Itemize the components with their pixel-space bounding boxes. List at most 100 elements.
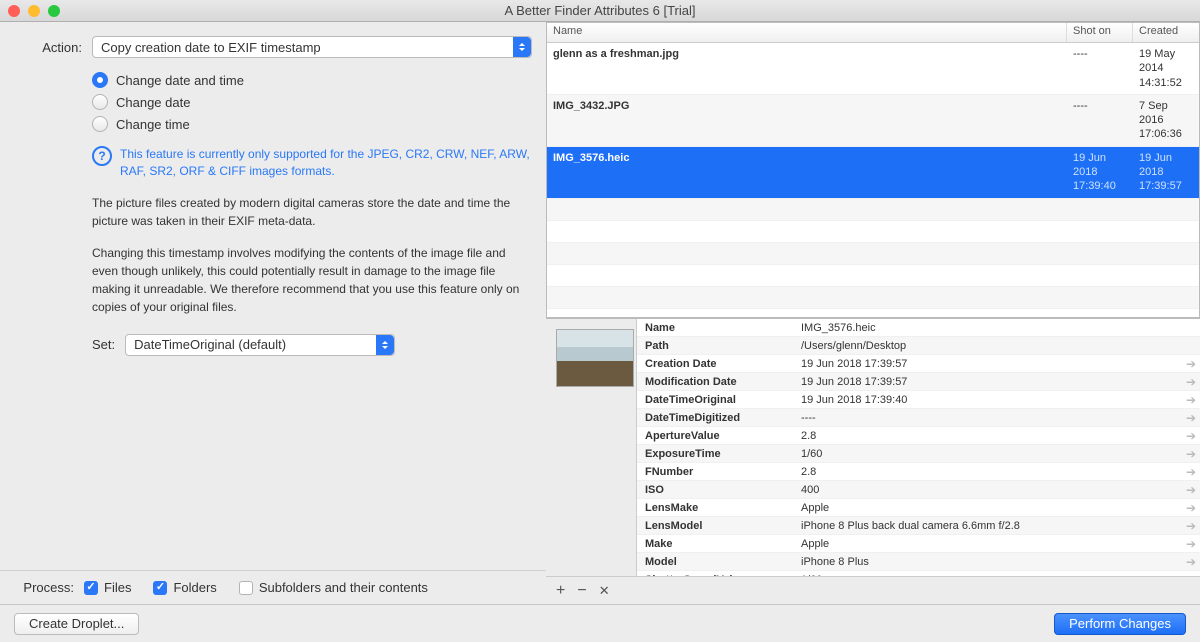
metadata-value: 2.8	[797, 428, 1182, 444]
metadata-row: DateTimeOriginal19 Jun 2018 17:39:40➔	[637, 391, 1200, 409]
checkbox-files[interactable]: Files	[84, 580, 131, 595]
column-shot-header[interactable]: Shot on	[1067, 23, 1133, 42]
apply-arrow-icon[interactable]: ➔	[1182, 429, 1200, 443]
radio-label: Change time	[116, 117, 190, 132]
metadata-row: Modification Date19 Jun 2018 17:39:57➔	[637, 373, 1200, 391]
radio-change-date[interactable]: Change date	[92, 94, 532, 110]
table-row[interactable]: IMG_3576.heic19 Jun 2018 17:39:4019 Jun …	[547, 147, 1199, 199]
remove-button[interactable]: −	[577, 582, 586, 600]
metadata-value: 19 Jun 2018 17:39:57	[797, 374, 1182, 390]
clear-button[interactable]: ✕	[599, 583, 610, 599]
action-select-value: Copy creation date to EXIF timestamp	[101, 40, 513, 55]
metadata-value: 1/60	[797, 446, 1182, 462]
metadata-key: ISO	[637, 482, 797, 498]
metadata-row: Path/Users/glenn/Desktop	[637, 337, 1200, 355]
apply-arrow-icon[interactable]: ➔	[1182, 447, 1200, 461]
checkbox-icon	[239, 581, 253, 595]
checkbox-icon	[84, 581, 98, 595]
radio-change-date-time[interactable]: Change date and time	[92, 72, 532, 88]
checkbox-label: Files	[104, 580, 131, 595]
checkbox-folders[interactable]: Folders	[153, 580, 216, 595]
apply-arrow-icon[interactable]: ➔	[1182, 483, 1200, 497]
metadata-value: Apple	[797, 500, 1182, 516]
metadata-row: NameIMG_3576.heic	[637, 319, 1200, 337]
metadata-key: ExposureTime	[637, 446, 797, 462]
metadata-key: DateTimeDigitized	[637, 410, 797, 426]
metadata-value: iPhone 8 Plus back dual camera 6.6mm f/2…	[797, 518, 1182, 534]
cell-created: 19 May 2014 14:31:52	[1133, 43, 1199, 94]
cell-shot: ----	[1067, 95, 1133, 146]
cell-created: 19 Jun 2018 17:39:57	[1133, 147, 1199, 198]
apply-arrow-icon[interactable]: ➔	[1182, 393, 1200, 407]
create-droplet-button[interactable]: Create Droplet...	[14, 613, 139, 635]
cell-name: IMG_3576.heic	[547, 147, 1067, 198]
cell-name: glenn as a freshman.jpg	[547, 43, 1067, 94]
radio-change-time[interactable]: Change time	[92, 116, 532, 132]
apply-arrow-icon[interactable]: ➔	[1182, 465, 1200, 479]
table-body: glenn as a freshman.jpg----19 May 2014 1…	[547, 43, 1199, 317]
thumbnail-image	[556, 329, 634, 387]
list-controls: + − ✕	[546, 576, 1200, 604]
chevron-updown-icon	[513, 37, 531, 57]
metadata-row: DateTimeDigitized----➔	[637, 409, 1200, 427]
table-row[interactable]: glenn as a freshman.jpg----19 May 2014 1…	[547, 43, 1199, 95]
checkbox-subfolders[interactable]: Subfolders and their contents	[239, 580, 428, 595]
apply-arrow-icon[interactable]: ➔	[1182, 537, 1200, 551]
apply-arrow-icon[interactable]: ➔	[1182, 555, 1200, 569]
metadata-value: 400	[797, 482, 1182, 498]
change-radio-group: Change date and time Change date Change …	[92, 72, 532, 138]
set-select[interactable]: DateTimeOriginal (default)	[125, 334, 395, 356]
metadata-key: DateTimeOriginal	[637, 392, 797, 408]
metadata-table: NameIMG_3576.heicPath/Users/glenn/Deskto…	[636, 319, 1200, 576]
settings-panel: Action: Copy creation date to EXIF times…	[0, 22, 546, 604]
cell-shot: ----	[1067, 43, 1133, 94]
process-bar: Process: Files Folders Subfolders and th…	[0, 570, 546, 604]
apply-arrow-icon[interactable]: ➔	[1182, 519, 1200, 533]
titlebar: A Better Finder Attributes 6 [Trial]	[0, 0, 1200, 22]
metadata-key: ApertureValue	[637, 428, 797, 444]
metadata-row: Creation Date19 Jun 2018 17:39:57➔	[637, 355, 1200, 373]
checkbox-icon	[153, 581, 167, 595]
chevron-updown-icon	[376, 335, 394, 355]
file-table: Name Shot on Created glenn as a freshman…	[546, 22, 1200, 318]
metadata-row: ExposureTime1/60➔	[637, 445, 1200, 463]
body-paragraph-2: Changing this timestamp involves modifyi…	[92, 244, 532, 316]
radio-icon	[92, 94, 108, 110]
radio-label: Change date	[116, 95, 190, 110]
metadata-row: LensModeliPhone 8 Plus back dual camera …	[637, 517, 1200, 535]
process-label: Process:	[14, 580, 74, 595]
metadata-key: Make	[637, 536, 797, 552]
table-row[interactable]: IMG_3432.JPG----7 Sep 2016 17:06:36	[547, 95, 1199, 147]
info-icon: ?	[92, 146, 112, 166]
metadata-value: /Users/glenn/Desktop	[797, 338, 1182, 354]
metadata-key: Path	[637, 338, 797, 354]
perform-changes-button[interactable]: Perform Changes	[1054, 613, 1186, 635]
metadata-key: Creation Date	[637, 356, 797, 372]
cell-name: IMG_3432.JPG	[547, 95, 1067, 146]
set-select-value: DateTimeOriginal (default)	[134, 337, 376, 352]
metadata-value: Apple	[797, 536, 1182, 552]
metadata-row: ModeliPhone 8 Plus➔	[637, 553, 1200, 571]
metadata-row: LensMakeApple➔	[637, 499, 1200, 517]
metadata-value: iPhone 8 Plus	[797, 554, 1182, 570]
metadata-row: ApertureValue2.8➔	[637, 427, 1200, 445]
add-button[interactable]: +	[556, 582, 565, 600]
radio-icon	[92, 116, 108, 132]
action-label: Action:	[14, 40, 82, 55]
metadata-row: MakeApple➔	[637, 535, 1200, 553]
column-name-header[interactable]: Name	[547, 23, 1067, 42]
metadata-value: 19 Jun 2018 17:39:40	[797, 392, 1182, 408]
apply-arrow-icon[interactable]: ➔	[1182, 357, 1200, 371]
action-select[interactable]: Copy creation date to EXIF timestamp	[92, 36, 532, 58]
apply-arrow-icon[interactable]: ➔	[1182, 501, 1200, 515]
set-label: Set:	[92, 337, 115, 352]
apply-arrow-icon[interactable]: ➔	[1182, 375, 1200, 389]
window-title: A Better Finder Attributes 6 [Trial]	[0, 3, 1200, 18]
bottom-bar: Create Droplet... Perform Changes	[0, 604, 1200, 642]
apply-arrow-icon[interactable]: ➔	[1182, 411, 1200, 425]
column-created-header[interactable]: Created	[1133, 23, 1199, 42]
cell-created: 7 Sep 2016 17:06:36	[1133, 95, 1199, 146]
detail-panel: NameIMG_3576.heicPath/Users/glenn/Deskto…	[546, 318, 1200, 576]
metadata-row: FNumber2.8➔	[637, 463, 1200, 481]
metadata-key: Model	[637, 554, 797, 570]
